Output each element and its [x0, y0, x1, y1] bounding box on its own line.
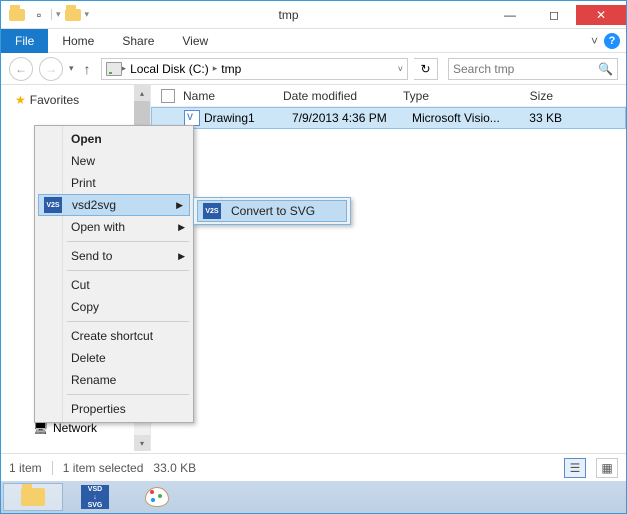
tab-home[interactable]: Home: [48, 29, 108, 53]
file-tab[interactable]: File: [1, 29, 48, 53]
refresh-button[interactable]: ↻: [414, 58, 438, 80]
submenu-arrow-icon: ▶: [178, 222, 185, 233]
submenu-arrow-icon: ▶: [176, 200, 183, 211]
column-headers: Name Date modified Type Size: [151, 85, 626, 107]
close-button[interactable]: ✕: [576, 5, 626, 25]
back-button[interactable]: ←: [9, 57, 33, 81]
ctx-vsd2svg[interactable]: V2S vsd2svg ▶: [38, 194, 190, 216]
vsd2svg-icon: V2S: [44, 197, 62, 213]
ctx-open-with[interactable]: Open with ▶: [37, 216, 191, 238]
separator: [67, 270, 189, 271]
minimize-button[interactable]: —: [488, 5, 532, 25]
search-input[interactable]: Search tmp 🔍: [448, 58, 618, 80]
view-details-button[interactable]: ☰: [564, 458, 586, 478]
vsd2svg-app-icon: VSD↓SVG: [81, 485, 109, 509]
navigation-bar: ← → ▾ ↑ ▸ Local Disk (C:) ▸ tmp ˅ ↻ Sear…: [1, 53, 626, 85]
view-icons-button[interactable]: ▦: [596, 458, 618, 478]
ctx-print[interactable]: Print: [37, 172, 191, 194]
new-folder-icon[interactable]: [63, 5, 83, 25]
folder-icon: [7, 5, 27, 25]
context-submenu: V2S Convert to SVG: [193, 197, 351, 225]
col-name[interactable]: Name: [183, 89, 283, 103]
file-size: 33 KB: [522, 111, 582, 125]
separator: [67, 241, 189, 242]
ctx-new[interactable]: New: [37, 150, 191, 172]
col-date[interactable]: Date modified: [283, 89, 403, 103]
window-controls: — ◻ ✕: [488, 5, 626, 25]
folder-icon: [21, 488, 45, 506]
expand-ribbon-icon[interactable]: ˅: [591, 34, 598, 48]
address-dropdown-icon[interactable]: ˅: [398, 64, 403, 74]
submenu-arrow-icon: ▶: [178, 251, 185, 262]
file-row[interactable]: Drawing1 7/9/2013 4:36 PM Microsoft Visi…: [151, 107, 626, 129]
favorites-header[interactable]: ★ Favorites: [1, 93, 150, 107]
ctx-copy[interactable]: Copy: [37, 296, 191, 318]
file-list: Name Date modified Type Size Drawing1 7/…: [151, 85, 626, 451]
paint-icon: [145, 487, 169, 507]
search-icon: 🔍: [598, 62, 613, 76]
recent-dropdown-icon[interactable]: ▾: [69, 63, 74, 74]
taskbar-explorer[interactable]: [3, 483, 63, 511]
qat-dropdown-icon[interactable]: ▾: [51, 9, 61, 20]
ctx-delete[interactable]: Delete: [37, 347, 191, 369]
ctx-convert-label: Convert to SVG: [231, 204, 315, 218]
taskbar: VSD↓SVG: [1, 481, 626, 513]
ctx-vsd2svg-label: vsd2svg: [72, 198, 116, 212]
file-date: 7/9/2013 4:36 PM: [292, 111, 412, 125]
file-type: Microsoft Visio...: [412, 111, 522, 125]
properties-icon[interactable]: ▫: [29, 5, 49, 25]
ctx-cut[interactable]: Cut: [37, 274, 191, 296]
visio-file-icon: [184, 110, 200, 126]
scroll-thumb[interactable]: [134, 101, 150, 125]
up-button[interactable]: ↑: [80, 61, 95, 77]
tab-share[interactable]: Share: [108, 29, 168, 53]
ctx-rename[interactable]: Rename: [37, 369, 191, 391]
ctx-send-to-label: Send to: [71, 249, 112, 263]
breadcrumb-drive[interactable]: Local Disk (C:): [126, 62, 213, 76]
scroll-up-icon[interactable]: ▴: [134, 85, 150, 101]
help-icon[interactable]: ?: [604, 33, 620, 49]
maximize-button[interactable]: ◻: [532, 5, 576, 25]
favorites-label: Favorites: [30, 93, 79, 107]
taskbar-vsd2svg[interactable]: VSD↓SVG: [65, 483, 125, 511]
tab-view[interactable]: View: [168, 29, 222, 53]
sidebar-network[interactable]: Network: [33, 421, 97, 435]
context-menu: Open New Print V2S vsd2svg ▶ Open with ▶…: [34, 125, 194, 423]
ctx-open-with-label: Open with: [71, 220, 125, 234]
file-name: Drawing1: [200, 111, 292, 125]
separator: [67, 394, 189, 395]
status-bar: 1 item 1 item selected 33.0 KB ☰ ▦: [1, 453, 626, 481]
window-title: tmp: [89, 8, 488, 22]
taskbar-paint[interactable]: [127, 483, 187, 511]
status-selected-size: 33.0 KB: [153, 461, 196, 475]
ctx-open[interactable]: Open: [37, 128, 191, 150]
scroll-down-icon[interactable]: ▾: [134, 435, 150, 451]
ctx-create-shortcut[interactable]: Create shortcut: [37, 325, 191, 347]
vsd2svg-icon: V2S: [203, 203, 221, 219]
separator: [67, 321, 189, 322]
address-bar[interactable]: ▸ Local Disk (C:) ▸ tmp ˅: [101, 58, 408, 80]
select-all-checkbox[interactable]: [161, 89, 175, 103]
ctx-properties[interactable]: Properties: [37, 398, 191, 420]
drive-icon: [106, 62, 122, 76]
quick-access-toolbar: ▫ ▾ ▾: [1, 5, 89, 25]
network-label: Network: [53, 421, 97, 435]
star-icon: ★: [15, 93, 26, 107]
network-icon: [33, 421, 49, 435]
breadcrumb-folder[interactable]: tmp: [217, 62, 245, 76]
col-size[interactable]: Size: [513, 89, 573, 103]
ribbon: File Home Share View ˅ ?: [1, 29, 626, 53]
status-item-count: 1 item: [9, 461, 42, 475]
forward-button[interactable]: →: [39, 57, 63, 81]
ctx-convert-svg[interactable]: V2S Convert to SVG: [197, 200, 347, 222]
title-bar: ▫ ▾ ▾ tmp — ◻ ✕: [1, 1, 626, 29]
search-placeholder: Search tmp: [453, 62, 514, 76]
status-selected-count: 1 item selected: [63, 461, 144, 475]
ctx-send-to[interactable]: Send to ▶: [37, 245, 191, 267]
col-type[interactable]: Type: [403, 89, 513, 103]
